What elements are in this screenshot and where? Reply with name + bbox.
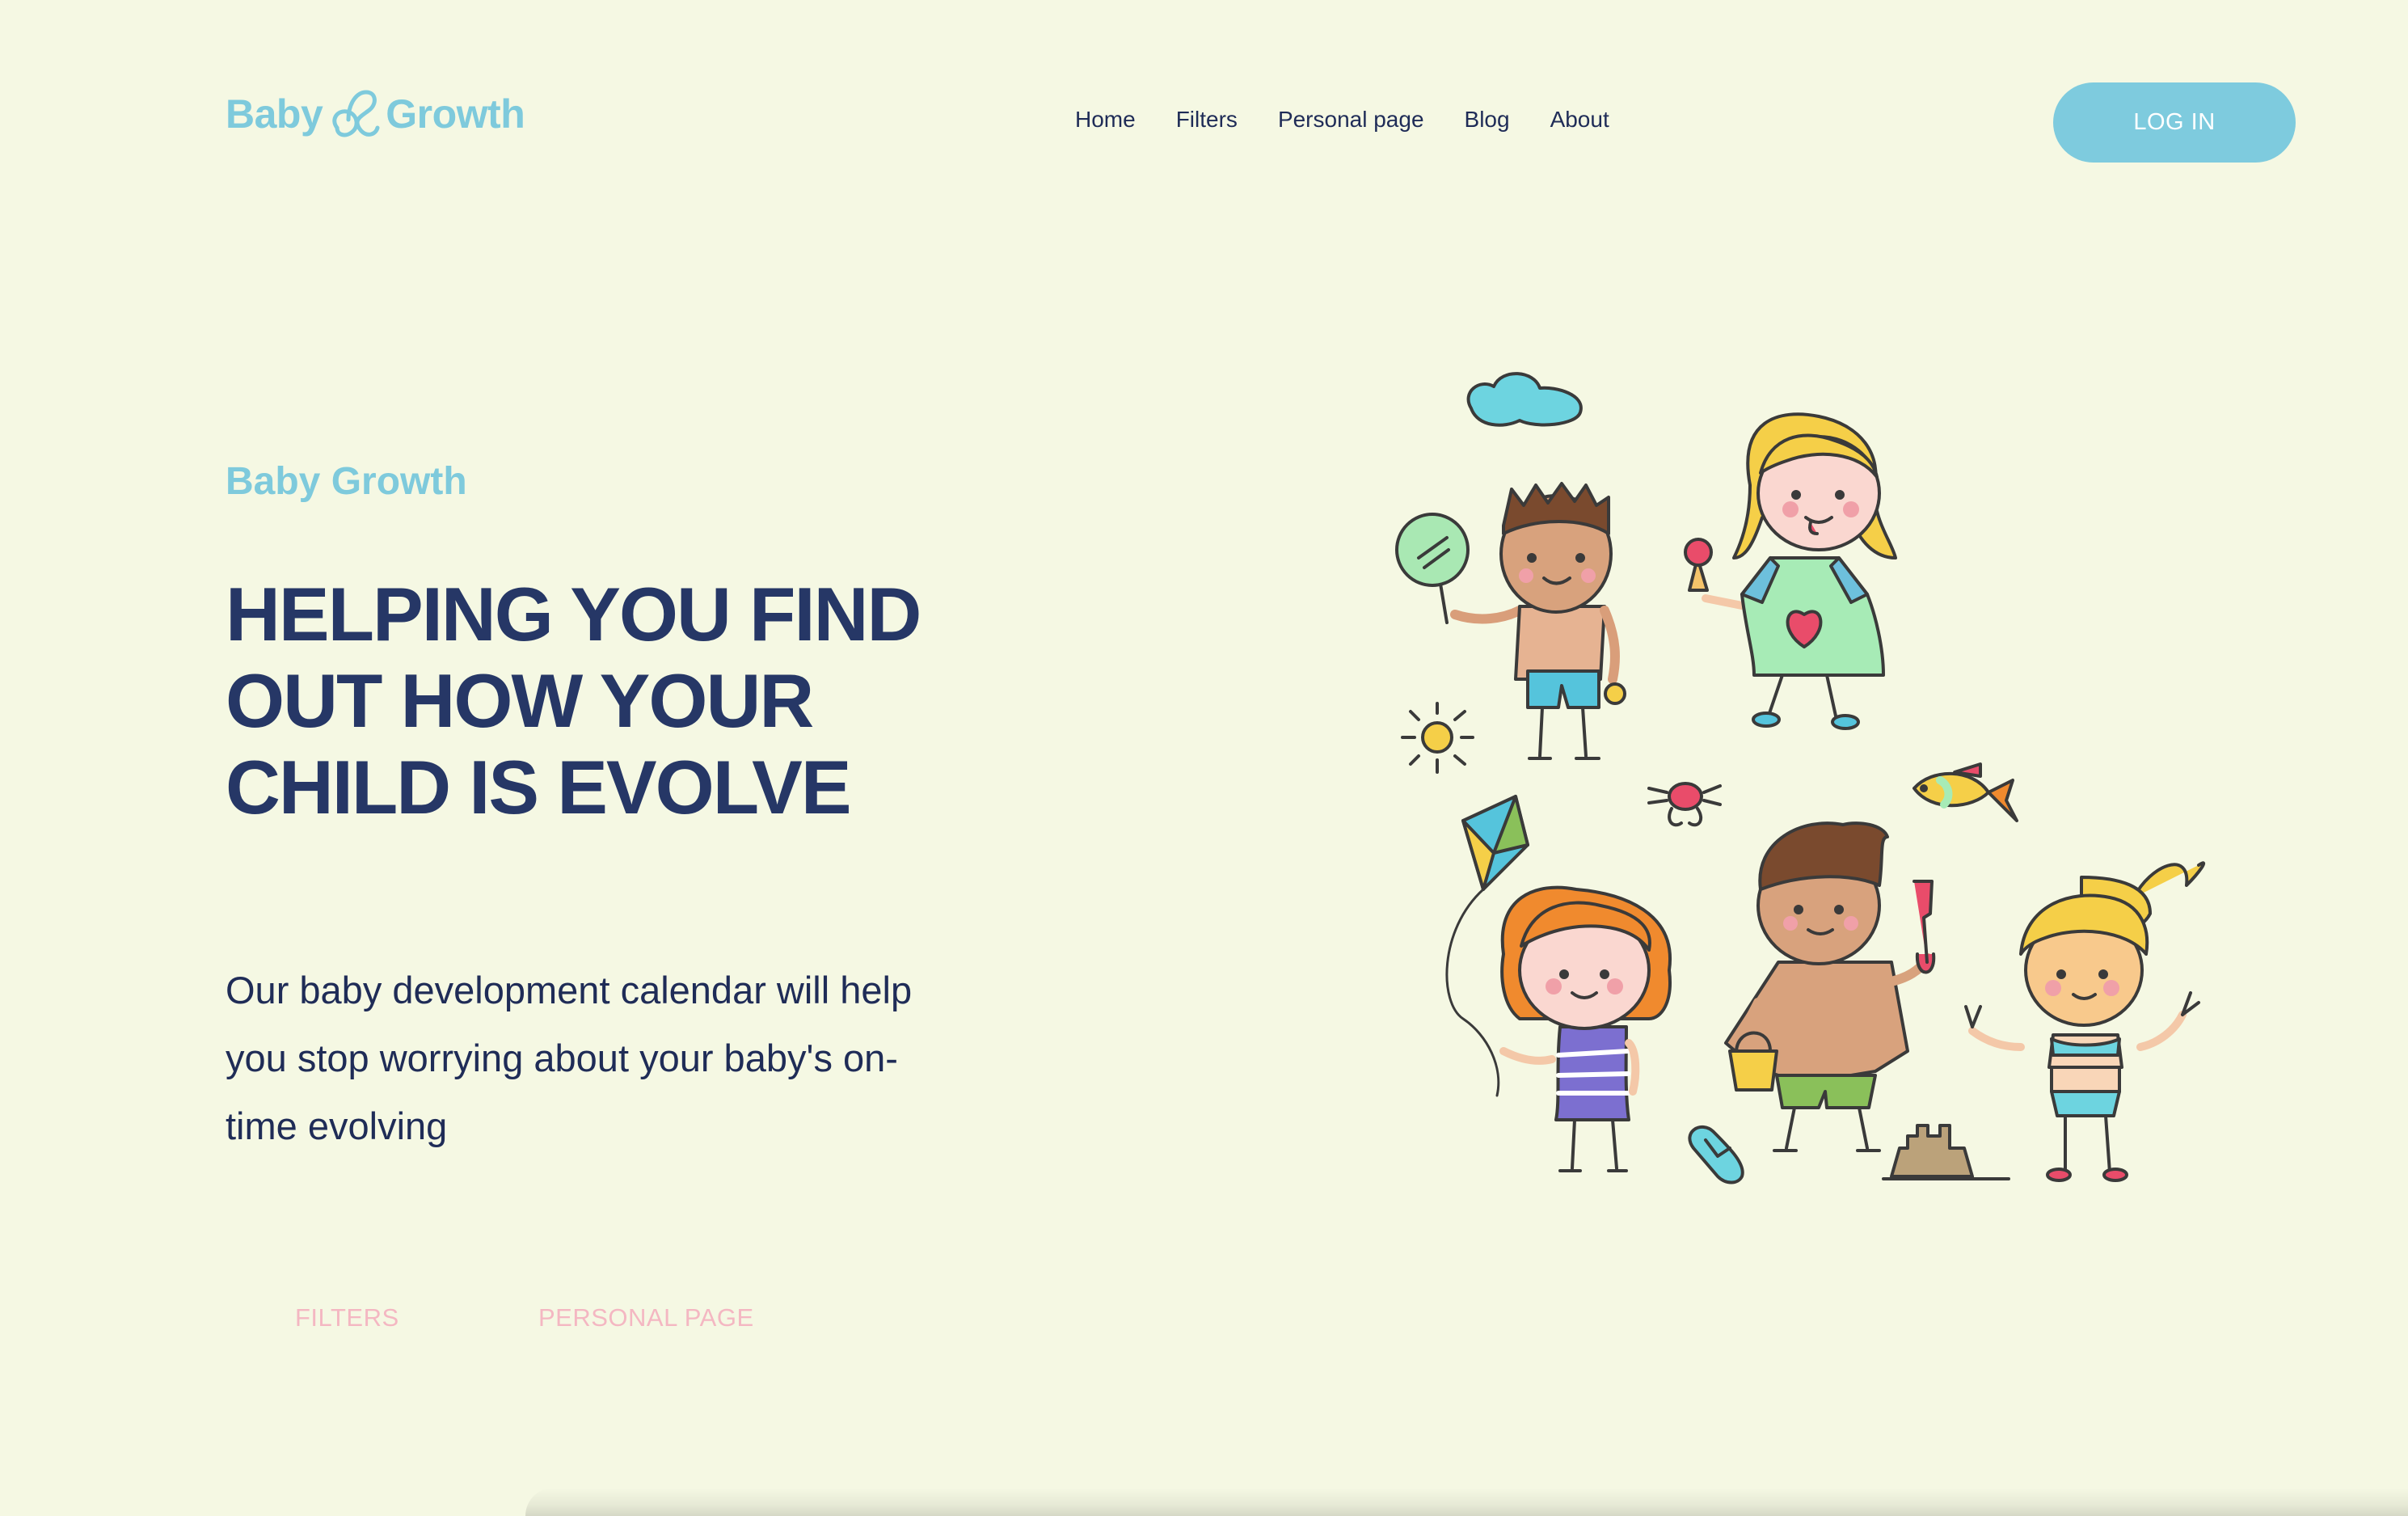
boy-with-paddle bbox=[1395, 482, 1626, 760]
girl-with-kite bbox=[1499, 885, 1672, 1172]
site-header: Baby Growth Home Filters Personal page B… bbox=[0, 0, 2408, 243]
logo-text-baby: Baby bbox=[226, 91, 323, 137]
sandcastle-icon bbox=[1882, 1124, 2010, 1180]
logo-text-growth: Growth bbox=[386, 91, 525, 137]
nav-blog[interactable]: Blog bbox=[1465, 107, 1510, 133]
logo[interactable]: Baby Growth bbox=[226, 87, 525, 141]
kids-playing-illustration bbox=[1395, 372, 2206, 1185]
nav-about[interactable]: About bbox=[1550, 107, 1609, 133]
hero-headline: HELPING YOU FIND OUT HOW YOUR CHILD IS E… bbox=[226, 572, 921, 830]
login-button[interactable]: LOG IN bbox=[2053, 82, 2296, 163]
nav-home[interactable]: Home bbox=[1075, 107, 1136, 133]
personal-page-button[interactable]: PERSONAL PAGE bbox=[538, 1303, 754, 1332]
girl-with-icecream bbox=[1684, 412, 1897, 730]
sun-icon bbox=[1401, 702, 1474, 774]
flip-flop-icon bbox=[1688, 1125, 1744, 1185]
pacifier-icon bbox=[332, 90, 380, 137]
bottom-edge-shadow bbox=[525, 1488, 2408, 1516]
hero-description: Our baby development calendar will help … bbox=[226, 969, 913, 1147]
cloud-icon bbox=[1466, 372, 1583, 427]
crab-icon bbox=[1647, 782, 1722, 827]
fish-icon bbox=[1912, 762, 2018, 822]
nav-filters[interactable]: Filters bbox=[1176, 107, 1238, 133]
hero-kicker: Baby Growth bbox=[226, 460, 467, 503]
main-nav: Home Filters Personal page Blog About bbox=[1075, 107, 1609, 133]
filters-button[interactable]: FILTERS bbox=[295, 1303, 399, 1332]
boy-with-bucket bbox=[1724, 821, 1936, 1152]
nav-personal-page[interactable]: Personal page bbox=[1278, 107, 1424, 133]
girl-with-ponytail bbox=[1964, 861, 2206, 1182]
